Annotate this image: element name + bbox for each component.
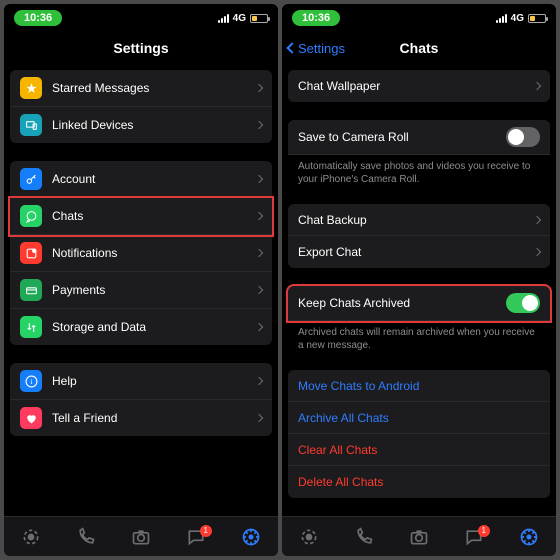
toggle-keep-archived[interactable] <box>506 293 540 313</box>
row-archive-all[interactable]: Archive All Chats <box>288 402 550 434</box>
row-label: Keep Chats Archived <box>298 296 506 310</box>
row-linked-devices[interactable]: Linked Devices <box>10 107 272 143</box>
row-label: Payments <box>52 283 250 297</box>
page-title: Chats <box>400 40 439 56</box>
chevron-right-icon <box>255 84 263 92</box>
chevron-right-icon <box>255 175 263 183</box>
page-title: Settings <box>113 40 168 56</box>
chevron-right-icon <box>255 323 263 331</box>
chevron-right-icon <box>255 377 263 385</box>
row-label: Help <box>52 374 250 388</box>
row-chats[interactable]: Chats <box>10 198 272 235</box>
star-icon <box>20 77 42 99</box>
tab-bar: 1 <box>4 516 278 556</box>
nav-header: Settings Chats <box>282 32 556 64</box>
signal-icon <box>218 14 229 23</box>
chevron-right-icon <box>255 414 263 422</box>
whatsapp-icon <box>20 205 42 227</box>
row-label: Chat Backup <box>298 213 528 227</box>
row-tell-friend[interactable]: Tell a Friend <box>10 400 272 436</box>
payments-icon <box>20 279 42 301</box>
row-starred-messages[interactable]: Starred Messages <box>10 70 272 107</box>
row-label: Storage and Data <box>52 320 250 334</box>
row-save-camera-roll[interactable]: Save to Camera Roll <box>288 120 550 155</box>
row-notifications[interactable]: Notifications <box>10 235 272 272</box>
row-label: Chats <box>52 209 250 223</box>
row-label: Chat Wallpaper <box>298 79 528 93</box>
row-label: Save to Camera Roll <box>298 130 506 144</box>
tab-calls[interactable] <box>344 527 384 547</box>
chevron-right-icon <box>533 82 541 90</box>
info-icon: i <box>20 370 42 392</box>
battery-icon <box>528 14 546 23</box>
row-chat-backup[interactable]: Chat Backup <box>288 204 550 236</box>
row-storage-data[interactable]: Storage and Data <box>10 309 272 345</box>
time-pill: 10:36 <box>14 10 62 26</box>
row-label: Tell a Friend <box>52 411 250 425</box>
battery-icon <box>250 14 268 23</box>
chevron-right-icon <box>533 215 541 223</box>
storage-icon <box>20 316 42 338</box>
row-label: Notifications <box>52 246 250 260</box>
chevron-right-icon <box>533 248 541 256</box>
tab-status[interactable] <box>11 527 51 547</box>
right-screen: 10:36 4G Settings Chats Chat Wallpaper S… <box>282 4 556 556</box>
left-screen: 10:36 4G Settings Starred Messages Linke <box>4 4 278 556</box>
row-payments[interactable]: Payments <box>10 272 272 309</box>
chevron-right-icon <box>255 249 263 257</box>
row-account[interactable]: Account <box>10 161 272 198</box>
chevron-left-icon <box>286 42 297 53</box>
chevron-right-icon <box>255 212 263 220</box>
row-move-to-android[interactable]: Move Chats to Android <box>288 370 550 402</box>
row-keep-archived[interactable]: Keep Chats Archived <box>288 286 550 321</box>
row-label: Linked Devices <box>52 118 250 132</box>
row-chat-wallpaper[interactable]: Chat Wallpaper <box>288 70 550 102</box>
row-export-chat[interactable]: Export Chat <box>288 236 550 268</box>
save-camera-roll-note: Automatically save photos and videos you… <box>288 155 550 186</box>
status-bar: 10:36 4G <box>4 4 278 32</box>
chevron-right-icon <box>255 121 263 129</box>
back-label: Settings <box>298 41 345 56</box>
row-label: Delete All Chats <box>298 475 540 489</box>
row-label: Clear All Chats <box>298 443 540 457</box>
keep-archived-note: Archived chats will remain archived when… <box>288 321 550 352</box>
tab-chats[interactable]: 1 <box>176 527 216 547</box>
tab-camera[interactable] <box>121 527 161 547</box>
toggle-save-camera-roll[interactable] <box>506 127 540 147</box>
network-label: 4G <box>511 13 524 24</box>
tab-settings[interactable] <box>231 527 271 547</box>
status-bar: 10:36 4G <box>282 4 556 32</box>
tab-settings[interactable] <box>509 527 549 547</box>
back-button[interactable]: Settings <box>288 41 345 56</box>
tab-status[interactable] <box>289 527 329 547</box>
signal-icon <box>496 14 507 23</box>
row-label: Starred Messages <box>52 81 250 95</box>
row-delete-all[interactable]: Delete All Chats <box>288 466 550 498</box>
tab-bar: 1 <box>282 516 556 556</box>
tab-camera[interactable] <box>399 527 439 547</box>
svg-text:i: i <box>30 377 32 386</box>
heart-icon <box>20 407 42 429</box>
key-icon <box>20 168 42 190</box>
row-label: Move Chats to Android <box>298 379 540 393</box>
row-help[interactable]: i Help <box>10 363 272 400</box>
tab-calls[interactable] <box>66 527 106 547</box>
chat-badge: 1 <box>478 525 490 537</box>
nav-header: Settings <box>4 32 278 64</box>
tab-chats[interactable]: 1 <box>454 527 494 547</box>
row-label: Account <box>52 172 250 186</box>
row-label: Export Chat <box>298 245 528 259</box>
row-label: Archive All Chats <box>298 411 540 425</box>
time-pill: 10:36 <box>292 10 340 26</box>
row-clear-all[interactable]: Clear All Chats <box>288 434 550 466</box>
chat-badge: 1 <box>200 525 212 537</box>
chevron-right-icon <box>255 286 263 294</box>
network-label: 4G <box>233 13 246 24</box>
notification-icon <box>20 242 42 264</box>
devices-icon <box>20 114 42 136</box>
